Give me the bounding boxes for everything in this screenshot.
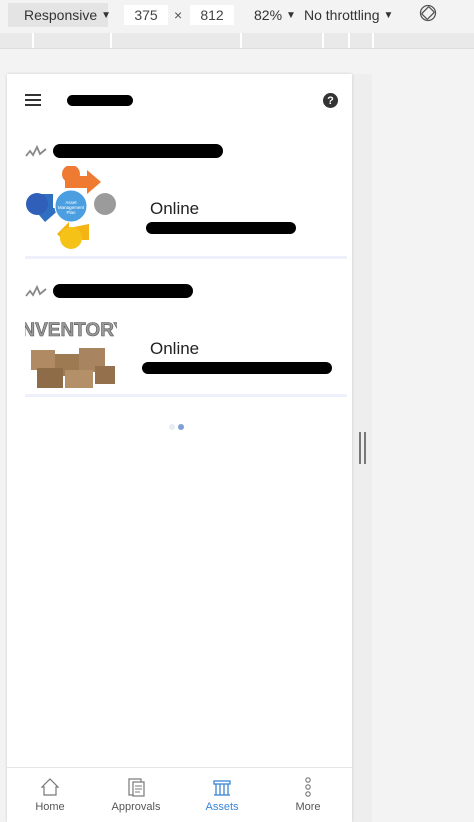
devtools-toolbar: Responsive ▼ 375 × 812 82% ▼ No throttling… — [0, 0, 474, 30]
height-input[interactable]: 812 — [190, 5, 234, 25]
asset-management-thumbnail: Asset Management Plan — [25, 166, 117, 252]
assets-icon — [213, 780, 231, 796]
redacted-section-title — [53, 144, 223, 158]
bottom-tab-bar: Home Approvals Assets More — [7, 767, 352, 822]
tab-approvals[interactable]: Approvals — [93, 768, 179, 822]
zoom-select-label: 82% — [254, 7, 283, 23]
asset-status: Online — [150, 199, 200, 218]
tab-assets-label: Assets — [205, 801, 239, 813]
tab-home[interactable]: Home — [7, 768, 93, 822]
redacted-asset-name — [142, 362, 332, 374]
rotate-icon[interactable] — [419, 4, 437, 22]
asset-status: Online — [150, 339, 200, 358]
mobile-viewport: ? Asset Management Plan Online NVENTOR O… — [7, 74, 352, 822]
dimension-separator: × — [174, 7, 183, 23]
chevron-down-icon: ▼ — [383, 9, 394, 21]
throttle-select-label: No throttling — [304, 7, 380, 23]
asset-card[interactable]: INVENTORY Online — [25, 306, 347, 397]
hamburger-menu-icon[interactable] — [25, 94, 41, 106]
inventory-thumbnail: INVENTORY — [25, 310, 117, 390]
tab-home-label: Home — [35, 801, 65, 813]
more-icon — [305, 777, 311, 797]
tab-more[interactable]: More — [265, 768, 351, 822]
activity-icon — [25, 285, 47, 297]
home-icon — [40, 778, 60, 796]
redacted-asset-name — [146, 222, 296, 234]
activity-icon — [25, 145, 47, 157]
svg-text:Plan: Plan — [66, 210, 76, 215]
device-select[interactable]: Responsive ▼ — [8, 3, 112, 27]
device-select-label: Responsive — [24, 7, 98, 23]
redacted-title — [67, 95, 133, 106]
chevron-down-icon: ▼ — [101, 9, 112, 21]
tab-more-label: More — [295, 801, 321, 813]
inventory-thumbnail-label: INVENTORY — [25, 320, 117, 341]
resize-handle[interactable] — [359, 432, 367, 464]
throttle-select[interactable]: No throttling ▼ — [304, 3, 393, 27]
chevron-down-icon: ▼ — [286, 9, 296, 21]
approvals-icon — [128, 778, 145, 797]
width-input[interactable]: 375 — [124, 5, 168, 25]
zoom-select[interactable]: 82% ▼ — [254, 3, 296, 27]
tab-assets[interactable]: Assets — [179, 768, 265, 822]
tab-approvals-label: Approvals — [111, 801, 161, 813]
redacted-section-title — [53, 284, 193, 298]
asset-card[interactable]: Asset Management Plan Online — [25, 166, 347, 259]
help-icon[interactable]: ? — [323, 93, 338, 108]
media-query-ruler — [0, 33, 474, 49]
